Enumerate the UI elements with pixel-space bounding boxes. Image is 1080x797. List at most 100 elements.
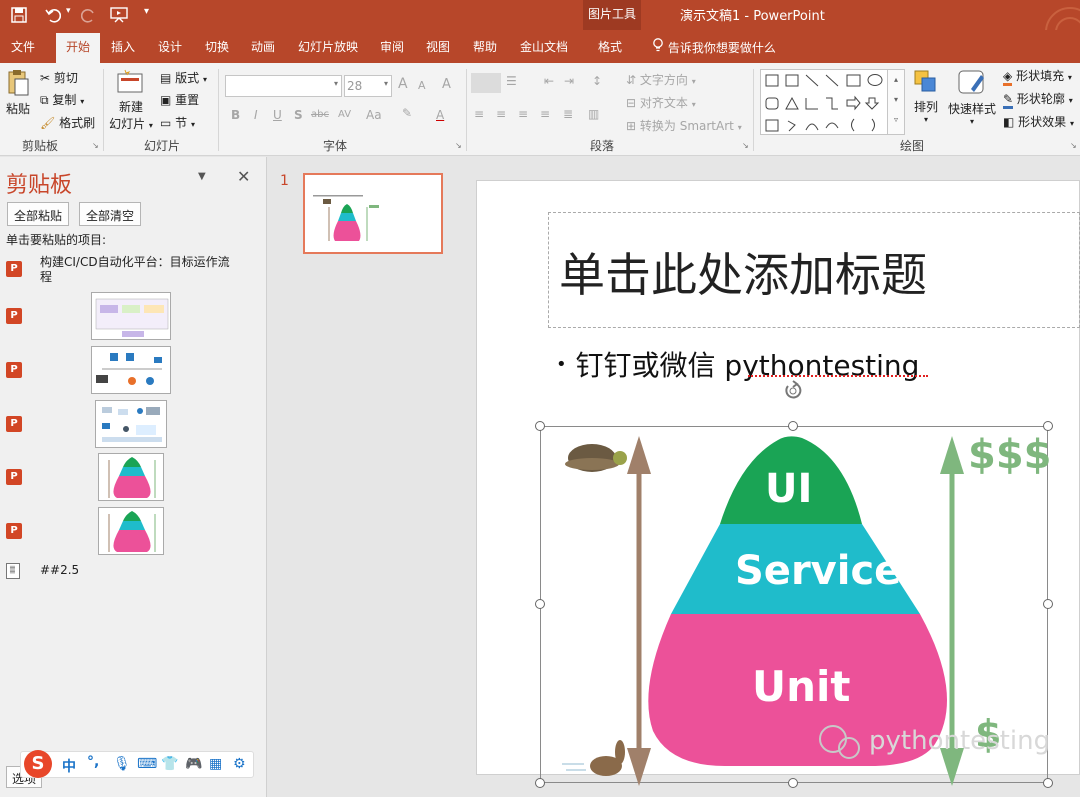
shape-fill-button[interactable]: ◈ 形状填充 ▾ (1003, 67, 1072, 86)
resize-handle[interactable] (535, 778, 545, 788)
tab-help[interactable]: 帮助 (473, 38, 497, 55)
clipboard-item[interactable]: P (6, 346, 256, 396)
shrink-font-button[interactable]: A (418, 79, 426, 92)
align-right-icon[interactable]: ≡ (518, 107, 528, 121)
apps-icon[interactable]: ▦ (209, 756, 222, 772)
change-case-button[interactable]: Aa (366, 108, 382, 122)
rotate-handle-icon[interactable] (782, 380, 804, 402)
resize-handle[interactable] (788, 421, 798, 431)
tab-review[interactable]: 审阅 (380, 38, 404, 55)
resize-handle[interactable] (788, 778, 798, 788)
undo-dropdown-icon[interactable]: ▾ (66, 6, 71, 16)
align-left-icon[interactable]: ≡ (474, 107, 484, 121)
clear-format-button[interactable]: A (442, 77, 451, 92)
char-spacing-button[interactable]: AV (338, 109, 351, 120)
gallery-scroll-icon[interactable]: ▴ ▾ ▿ (887, 69, 905, 135)
font-size-box[interactable]: 28 ▾ (344, 75, 392, 97)
line-spacing-icon[interactable]: ↕ (592, 74, 602, 88)
distributed-icon[interactable]: ≣ (563, 107, 573, 121)
title-placeholder[interactable]: 单击此处添加标题 (548, 212, 1080, 328)
resize-handle[interactable] (1043, 599, 1053, 609)
font-name-box[interactable]: ▾ (225, 75, 342, 97)
close-icon[interactable]: ✕ (237, 167, 250, 186)
customize-qat-icon[interactable]: ▾ (144, 6, 149, 17)
slide-thumbnail[interactable] (303, 173, 443, 254)
clipboard-item[interactable]: P (6, 453, 256, 503)
decrease-indent-icon[interactable]: ⇤ (544, 74, 554, 88)
numbering-icon[interactable]: ☰ (506, 74, 517, 88)
resize-handle[interactable] (535, 599, 545, 609)
clipboard-item[interactable]: P (6, 400, 256, 450)
copy-button[interactable]: ⧉ 复制 ▾ (40, 91, 84, 108)
resize-handle[interactable] (535, 421, 545, 431)
quick-styles-button[interactable]: 快速样式 ▾ (946, 69, 998, 126)
shape-effects-button[interactable]: ◧ 形状效果 ▾ (1003, 113, 1074, 130)
format-painter-button[interactable]: 🖌 格式刷 (40, 114, 95, 131)
tab-format[interactable]: 格式 (598, 38, 622, 55)
underline-button[interactable]: U (273, 108, 282, 122)
font-color-button[interactable]: A (436, 108, 444, 122)
skin-icon[interactable]: 👕 (161, 756, 178, 772)
align-text-button[interactable]: ⊟ 对齐文本 ▾ (626, 94, 696, 111)
dialog-launcher-icon[interactable]: ↘ (742, 141, 749, 150)
start-from-beginning-icon[interactable] (108, 4, 130, 26)
clipboard-item[interactable]: P 构建CI/CD自动化平台：目标运作流程 (6, 255, 256, 289)
align-text-label: 对齐文本 (639, 96, 688, 110)
italic-button[interactable]: I (254, 108, 258, 122)
justify-icon[interactable]: ≡ (540, 107, 550, 121)
microphone-icon[interactable]: 🎙 (113, 756, 131, 772)
paste-button[interactable]: 粘贴 (4, 69, 32, 117)
arrange-button[interactable]: 排列 ▾ (910, 69, 942, 124)
sogou-logo-icon[interactable]: S (24, 750, 52, 778)
tab-animations[interactable]: 动画 (251, 38, 275, 55)
keyboard-icon[interactable]: ⌨ (137, 756, 157, 772)
gamepad-icon[interactable]: 🎮 (185, 756, 202, 772)
increase-indent-icon[interactable]: ⇥ (564, 74, 574, 88)
tab-transitions[interactable]: 切换 (205, 38, 229, 55)
clipboard-item[interactable]: P (6, 507, 256, 557)
paste-icon (4, 69, 32, 100)
dialog-launcher-icon[interactable]: ↘ (455, 141, 462, 150)
section-button[interactable]: ▭ 节 ▾ (160, 114, 195, 131)
tab-insert[interactable]: 插入 (111, 38, 135, 55)
clear-all-button[interactable]: 全部清空 (79, 202, 142, 226)
grow-font-button[interactable]: A (398, 76, 408, 92)
settings-icon[interactable]: ⚙ (233, 756, 246, 772)
shapes-gallery[interactable] (760, 69, 905, 135)
tab-file[interactable]: 文件 (11, 38, 35, 55)
clipboard-group-label: 剪贴板 (22, 139, 59, 153)
dialog-launcher-icon[interactable]: ↘ (92, 141, 99, 150)
clipboard-item[interactable]: P (6, 292, 256, 342)
columns-icon[interactable]: ▥ (588, 107, 599, 121)
clipboard-item[interactable]: ≡ ≡ ##2.5 (6, 561, 256, 581)
pane-options-icon[interactable]: ▼ (198, 171, 206, 182)
bullets-icon[interactable] (471, 73, 501, 93)
shadow-button[interactable]: S (294, 108, 303, 122)
resize-handle[interactable] (1043, 421, 1053, 431)
new-slide-button[interactable]: 新建 幻灯片 ▾ (108, 69, 154, 132)
undo-icon[interactable] (42, 4, 64, 26)
layout-button[interactable]: ▤ 版式 ▾ (160, 69, 207, 86)
reset-button[interactable]: ▣ 重置 (160, 91, 199, 108)
tell-me-search[interactable]: 告诉我你想要做什么 (652, 38, 776, 56)
highlighter-icon[interactable]: ✎ (402, 106, 412, 120)
paste-all-button[interactable]: 全部粘贴 (7, 202, 70, 226)
tab-design[interactable]: 设计 (158, 38, 182, 55)
tab-slideshow[interactable]: 幻灯片放映 (298, 38, 358, 55)
bullet-text[interactable]: • 钉钉或微信 pythontesting (556, 344, 919, 384)
cut-button[interactable]: ✂ 剪切 (40, 69, 78, 86)
resize-handle[interactable] (1043, 778, 1053, 788)
dialog-launcher-icon[interactable]: ↘ (1070, 141, 1077, 150)
ime-mode-toggle[interactable]: 中 (62, 756, 76, 776)
text-direction-button[interactable]: ⇵ 文字方向 ▾ (626, 71, 696, 88)
convert-smartart-button[interactable]: ⊞ 转换为 SmartArt ▾ (626, 117, 742, 134)
tab-view[interactable]: 视图 (426, 38, 450, 55)
save-icon[interactable] (8, 4, 30, 26)
tab-kingsoft-docs[interactable]: 金山文档 (520, 38, 568, 55)
strikethrough-button[interactable]: abc (311, 109, 329, 120)
tab-home[interactable]: 开始 (56, 33, 101, 64)
punctuation-icon[interactable]: °, (87, 754, 99, 770)
align-center-icon[interactable]: ≡ (496, 107, 506, 121)
shape-outline-button[interactable]: ✎ 形状轮廓 ▾ (1003, 90, 1073, 109)
bold-button[interactable]: B (231, 108, 240, 122)
